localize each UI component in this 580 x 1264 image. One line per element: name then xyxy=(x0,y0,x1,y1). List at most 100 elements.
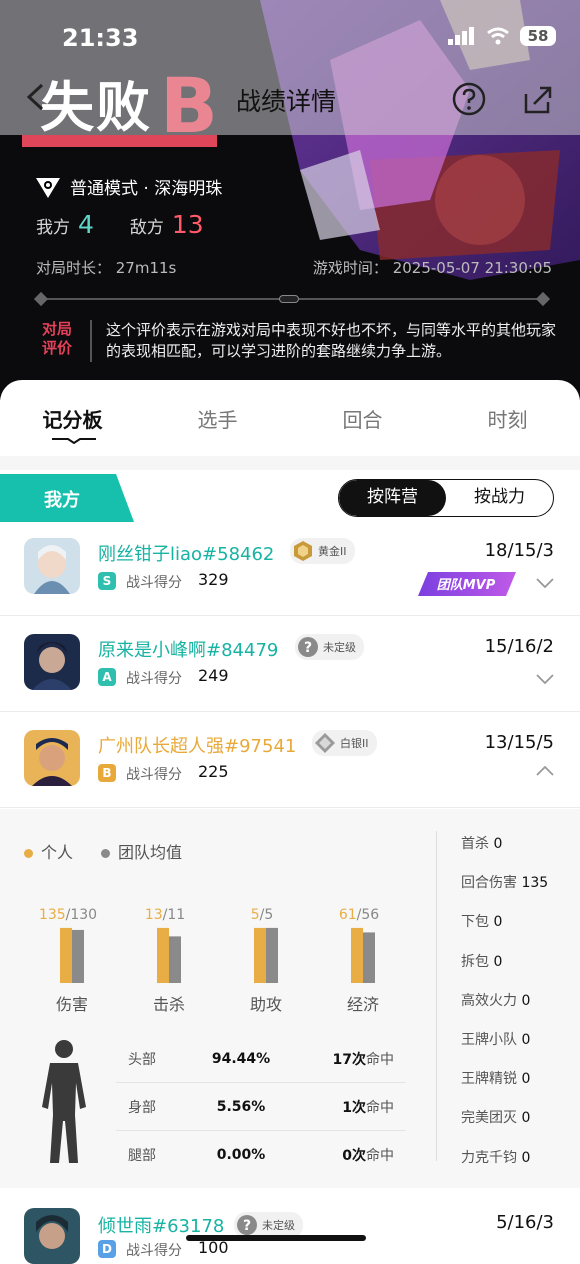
match-score: 我方 4 敌方 13 xyxy=(36,210,204,239)
team-label: 我方 xyxy=(0,474,134,522)
result-grade: B xyxy=(160,61,218,150)
our-score: 4 xyxy=(78,210,94,239)
player-row[interactable]: 倾世雨#63178 ? 未定级 D 战斗得分 100 5/16/3 xyxy=(0,1188,580,1264)
chevron-down-icon[interactable] xyxy=(536,578,554,588)
evaluation-text: 这个评价表示在游戏对局中表现不好也不坏，与同等水平的其他玩家的表现相匹配，可以学… xyxy=(106,321,557,360)
personal-bar xyxy=(254,927,266,983)
sort-by-power-button[interactable]: 按战力 xyxy=(446,480,553,516)
player-row[interactable]: 原来是小峰啊#84479 ? 未定级 A 战斗得分 249 15/16/2 xyxy=(0,616,580,712)
grade-badge: A xyxy=(98,668,116,686)
combat-score: 329 xyxy=(198,570,229,589)
battery-indicator: 58 xyxy=(520,26,556,46)
stat-efficient-fire: 高效火力 0 xyxy=(461,992,531,1009)
player-name[interactable]: 广州队长超人强#97541 xyxy=(98,732,296,758)
status-icons: 58 xyxy=(448,26,556,46)
tab-scoreboard[interactable]: 记分板 xyxy=(0,380,145,456)
hit-row-legs: 腿部 0.00% 0次命中 xyxy=(128,1147,394,1164)
player-row[interactable]: 刚丝钳子liao#58462 黄金II S 战斗得分 329 18/15/3 团… xyxy=(0,520,580,616)
player-detail-panel: 个人 团队均值 135/130 伤害 13/11 击杀 5/5 助攻 61/56 经济 头部 9… xyxy=(0,809,580,1189)
bar-value-label: 5/5 xyxy=(251,907,274,923)
timeline-handle[interactable] xyxy=(279,295,299,303)
enemy-score: 13 xyxy=(171,210,204,239)
stat-ace-squad: 王牌小队 0 xyxy=(461,1031,531,1048)
stat-flawless: 完美团灭 0 xyxy=(461,1110,531,1127)
status-time: 21:33 xyxy=(62,24,139,52)
tab-bar: 记分板 选手 回合 时刻 xyxy=(0,380,580,456)
bar-category-label: 击杀 xyxy=(153,995,185,1014)
body-silhouette-icon xyxy=(42,1040,86,1163)
team-mvp-badge: 团队MVP xyxy=(418,572,516,596)
tab-moments[interactable]: 时刻 xyxy=(435,380,580,456)
svg-text:?: ? xyxy=(304,640,312,656)
combat-score: 249 xyxy=(198,666,229,685)
stat-round-damage: 回合伤害 135 xyxy=(461,875,549,892)
stat-plant: 下包 0 xyxy=(461,914,503,931)
match-header: 21:33 58 B 失败 战绩详情 普通模式 · 深海明珠 我方 4 敌方 1… xyxy=(0,0,580,400)
rank-badge: ? 未定级 xyxy=(295,634,364,660)
evaluation-label: 对局 评价 xyxy=(41,320,72,357)
our-label: 我方 xyxy=(36,218,70,238)
avatar xyxy=(24,538,80,594)
divider xyxy=(436,831,437,1161)
grade-badge: S xyxy=(98,572,116,590)
hit-row-body: 身部 5.56% 1次命中 xyxy=(116,1083,406,1131)
team-average-bar xyxy=(169,936,181,983)
team-average-bar xyxy=(266,927,278,983)
help-icon[interactable] xyxy=(452,82,486,116)
combat-score-label: 战斗得分 xyxy=(126,671,182,687)
combat-score-label: 战斗得分 xyxy=(126,767,182,783)
avatar xyxy=(24,730,80,786)
gold-rank-icon xyxy=(294,541,312,561)
hit-row-head: 头部 94.44% 17次命中 xyxy=(116,1035,406,1083)
tab-rounds[interactable]: 回合 xyxy=(290,380,435,456)
combat-score-label: 战斗得分 xyxy=(126,575,182,591)
bar-value-label: 61/56 xyxy=(339,907,379,923)
chart-legend: 个人 团队均值 xyxy=(24,839,182,863)
personal-bar xyxy=(157,927,169,983)
rank-badge: 黄金II xyxy=(290,538,355,564)
divider xyxy=(90,320,92,362)
match-duration: 对局时长： 27m11s xyxy=(36,259,177,277)
question-icon: ? xyxy=(237,1215,257,1235)
combat-score-label: 战斗得分 xyxy=(126,1243,182,1259)
match-time: 游戏时间： 2025-05-07 21:30:05 xyxy=(312,259,552,277)
stat-first-kill: 首杀 0 xyxy=(461,836,503,852)
wifi-icon xyxy=(487,27,509,45)
home-indicator xyxy=(186,1235,366,1241)
grade-badge: B xyxy=(98,764,116,782)
player-name[interactable]: 原来是小峰啊#84479 xyxy=(98,636,278,662)
player-name[interactable]: 刚丝钳子liao#58462 xyxy=(98,540,274,566)
mvp-text: 团队MVP xyxy=(437,577,496,593)
bar-category-label: 经济 xyxy=(347,995,379,1014)
kda: 18/15/3 xyxy=(484,540,554,561)
sort-by-camp-button[interactable]: 按阵营 xyxy=(339,480,446,516)
player-row[interactable]: 广州队长超人强#97541 白银II B 战斗得分 225 13/15/5 xyxy=(0,712,580,808)
active-tab-indicator xyxy=(52,438,96,444)
sort-toggle: 按阵营 按战力 xyxy=(338,479,554,517)
chevron-down-icon[interactable] xyxy=(536,674,554,684)
enemy-label: 敌方 xyxy=(129,218,164,238)
chevron-up-icon[interactable] xyxy=(536,766,554,776)
kda: 13/15/5 xyxy=(484,732,554,753)
bar-value-label: 135/130 xyxy=(39,907,97,923)
stat-defuse: 拆包 0 xyxy=(461,953,503,970)
avatar xyxy=(24,634,80,690)
signal-icon xyxy=(448,27,474,45)
stat-ace-elite: 王牌精锐 0 xyxy=(461,1071,531,1088)
bar-value-label: 13/11 xyxy=(145,907,185,923)
legend-team-average: 团队均值 xyxy=(101,839,182,863)
bar-category-label: 助攻 xyxy=(250,995,282,1014)
game-mode: 普通模式 · 深海明珠 xyxy=(36,174,222,199)
question-icon: ? xyxy=(298,637,318,657)
bar-category-label: 伤害 xyxy=(56,995,88,1014)
round-stats: 首杀 0 回合伤害 135 下包 0 拆包 0 高效火力 0 王牌小队 0 王牌… xyxy=(461,833,580,1186)
kda: 15/16/2 xyxy=(484,636,554,657)
avatar xyxy=(24,1208,80,1264)
svg-text:?: ? xyxy=(243,1218,251,1234)
grade-badge: D xyxy=(98,1240,116,1258)
comparison-bar-chart: 135/130 伤害 13/11 击杀 5/5 助攻 61/56 经济 xyxy=(39,907,379,1014)
back-icon[interactable] xyxy=(22,82,50,112)
share-icon[interactable] xyxy=(522,84,554,116)
personal-bar xyxy=(60,927,72,983)
tab-players[interactable]: 选手 xyxy=(145,380,290,456)
